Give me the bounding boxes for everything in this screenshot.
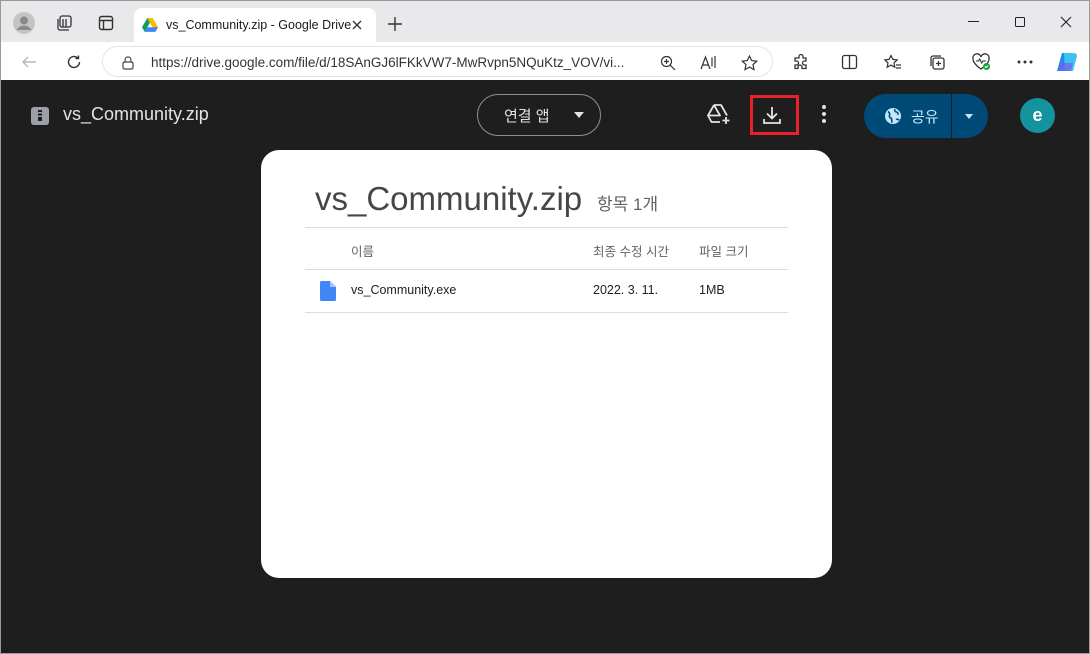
globe-icon bbox=[885, 108, 901, 124]
window-close-icon[interactable] bbox=[1043, 9, 1089, 35]
minimize-icon[interactable] bbox=[951, 9, 997, 35]
active-tab[interactable]: vs_Community.zip - Google Drive bbox=[134, 8, 376, 42]
profile-icon[interactable] bbox=[11, 10, 37, 36]
more-icon[interactable] bbox=[1011, 48, 1039, 76]
share-button[interactable]: 공유 bbox=[864, 94, 988, 138]
drive-viewer: vs_Community.zip 연결 앱 공유 e vs_Community.… bbox=[5, 80, 1085, 650]
refresh-icon[interactable] bbox=[60, 48, 88, 76]
col-name: 이름 bbox=[351, 245, 375, 259]
collections-icon[interactable] bbox=[923, 48, 951, 76]
navigation-bar: https://drive.google.com/file/d/18SAnGJ6… bbox=[1, 42, 1089, 80]
favorites-icon[interactable] bbox=[879, 48, 907, 76]
tab-bar: vs_Community.zip - Google Drive bbox=[1, 1, 1089, 42]
row-name: vs_Community.exe bbox=[351, 283, 457, 297]
close-icon[interactable] bbox=[348, 16, 366, 34]
url-text: https://drive.google.com/file/d/18SAnGJ6… bbox=[151, 55, 625, 70]
doc-file-icon bbox=[320, 281, 336, 301]
split-screen-icon[interactable] bbox=[835, 48, 863, 76]
chevron-down-icon bbox=[574, 112, 584, 118]
download-highlight bbox=[750, 95, 799, 135]
tab-actions-icon[interactable] bbox=[93, 10, 119, 36]
file-title: vs_Community.zip bbox=[63, 104, 209, 124]
extensions-icon[interactable] bbox=[787, 48, 815, 76]
item-count: 항목 1개 bbox=[597, 195, 659, 214]
row-modified: 2022. 3. 11. bbox=[593, 283, 659, 297]
connect-apps-label: 연결 앱 bbox=[504, 107, 550, 125]
lock-icon[interactable] bbox=[116, 51, 140, 75]
zoom-icon[interactable] bbox=[656, 51, 680, 75]
read-aloud-icon[interactable] bbox=[697, 51, 721, 75]
maximize-icon[interactable] bbox=[997, 9, 1043, 35]
share-options-caret[interactable] bbox=[965, 114, 973, 119]
browser-essentials-icon[interactable] bbox=[967, 48, 995, 76]
share-divider bbox=[951, 94, 952, 138]
table-header: 이름 최종 수정 시간 파일 크기 bbox=[305, 227, 788, 270]
col-modified: 최종 수정 시간 bbox=[593, 245, 669, 259]
favorite-icon[interactable] bbox=[737, 51, 761, 75]
address-bar[interactable]: https://drive.google.com/file/d/18SAnGJ6… bbox=[102, 46, 773, 77]
back-icon[interactable] bbox=[15, 48, 43, 76]
plus-icon[interactable] bbox=[384, 13, 406, 35]
google-drive-icon bbox=[142, 18, 158, 32]
col-size: 파일 크기 bbox=[699, 245, 749, 259]
avatar[interactable]: e bbox=[1020, 98, 1055, 133]
row-size: 1MB bbox=[699, 283, 725, 297]
file-table: 이름 최종 수정 시간 파일 크기 vs_Community.exe 2022.… bbox=[305, 227, 788, 313]
table-row[interactable]: vs_Community.exe 2022. 3. 11. 1MB bbox=[305, 270, 788, 313]
zip-file-icon bbox=[30, 106, 50, 126]
browser-window: vs_Community.zip - Google Drive https://… bbox=[0, 0, 1090, 654]
zip-preview-card: vs_Community.zip 항목 1개 이름 최종 수정 시간 파일 크기… bbox=[261, 150, 832, 578]
workspaces-icon[interactable] bbox=[51, 10, 77, 36]
connect-apps-button[interactable]: 연결 앱 bbox=[477, 94, 601, 136]
more-vert-icon[interactable] bbox=[810, 100, 838, 128]
share-main-button[interactable]: 공유 bbox=[864, 94, 952, 138]
add-to-drive-icon[interactable] bbox=[705, 100, 733, 128]
share-label: 공유 bbox=[911, 108, 939, 126]
copilot-icon[interactable] bbox=[1053, 48, 1081, 76]
card-title: vs_Community.zip bbox=[315, 180, 583, 217]
tab-title: vs_Community.zip - Google Drive bbox=[166, 18, 352, 32]
